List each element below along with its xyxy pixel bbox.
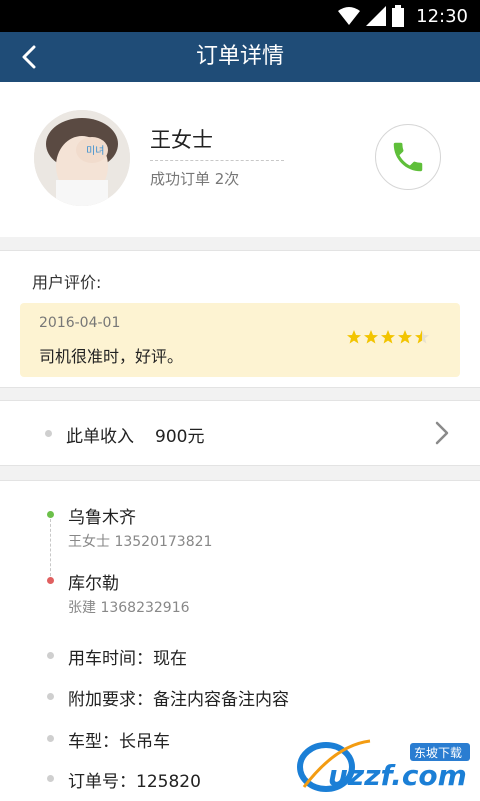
customer-name: 王女士 xyxy=(150,128,213,152)
origin-marker xyxy=(47,511,54,518)
income-value: 900元 xyxy=(155,427,205,447)
status-bar: 12:30 xyxy=(0,0,480,32)
origin-contact: 王女士 13520173821 xyxy=(68,534,213,550)
income-label: 此单收入 xyxy=(66,427,134,447)
bullet-dot xyxy=(45,430,52,437)
origin-place: 乌鲁木齐 xyxy=(68,508,136,528)
destination-marker xyxy=(47,577,54,584)
bullet-dot xyxy=(47,693,54,700)
avatar-image: 미녀 xyxy=(34,110,130,206)
bullet-dot xyxy=(47,735,54,742)
bullet-dot xyxy=(47,652,54,659)
income-row[interactable]: 此单收入 900元 xyxy=(0,400,480,466)
review-label: 用户评价: xyxy=(32,273,102,292)
star-icon xyxy=(381,330,395,344)
title-bar: 订单详情 xyxy=(0,32,480,82)
destination-place: 库尔勒 xyxy=(68,574,119,594)
info-item: 车型：长吊车 xyxy=(68,732,170,752)
watermark-subtext: 东坡下载 xyxy=(414,746,462,760)
avatar-caption: 미녀 xyxy=(86,145,104,157)
star-icon xyxy=(364,330,378,344)
status-icons: 12:30 xyxy=(338,5,468,27)
orders-summary: 成功订单 2次 xyxy=(150,170,240,188)
call-button[interactable] xyxy=(375,124,441,190)
review-section: 用户评价: 2016-04-01 司机很准时，好评。 xyxy=(0,250,480,388)
info-item: 订单号：125820 xyxy=(68,772,201,792)
info-item: 用车时间：现在 xyxy=(68,649,187,669)
chevron-right-icon xyxy=(435,421,449,445)
review-date: 2016-04-01 xyxy=(39,315,121,331)
watermark-text: uzzf.com xyxy=(328,759,467,792)
star-icon xyxy=(398,330,412,344)
name-divider xyxy=(150,160,284,161)
review-text: 司机很准时，好评。 xyxy=(39,347,184,366)
uzzf-logo-icon: uzzf.com 东坡下载 xyxy=(297,739,470,792)
destination-contact: 张建 1368232916 xyxy=(68,600,190,616)
star-rating xyxy=(346,329,430,345)
phone-icon xyxy=(393,142,423,172)
watermark-logo: uzzf.com 东坡下载 xyxy=(296,735,478,795)
star-icon xyxy=(347,330,361,344)
star-icon xyxy=(415,330,429,344)
avatar: 미녀 xyxy=(34,110,130,206)
battery-icon xyxy=(392,5,405,27)
signal-icon xyxy=(366,6,387,26)
review-card: 2016-04-01 司机很准时，好评。 xyxy=(20,303,460,377)
bullet-dot xyxy=(47,775,54,782)
info-item: 附加要求：备注内容备注内容 xyxy=(68,690,289,710)
wifi-icon xyxy=(338,7,361,25)
status-time: 12:30 xyxy=(416,5,468,27)
customer-profile: 미녀 王女士 成功订单 2次 xyxy=(0,82,480,237)
route-connector xyxy=(50,519,51,581)
page-title: 订单详情 xyxy=(195,44,284,69)
